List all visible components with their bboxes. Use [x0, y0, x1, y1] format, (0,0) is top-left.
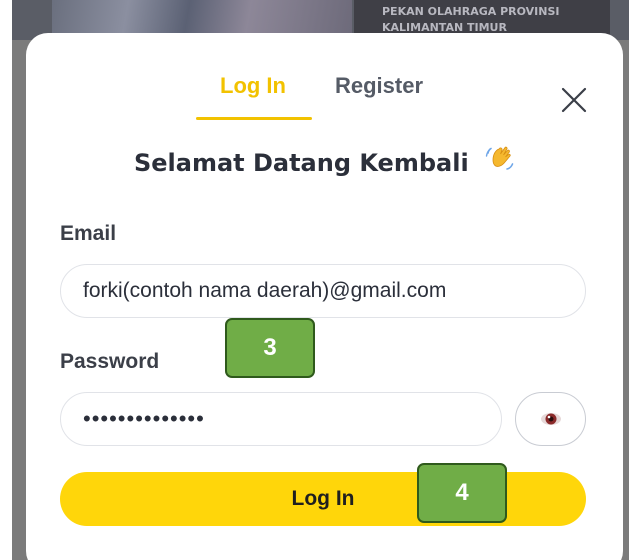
- banner-line: PEKAN OLAHRAGA PROVINSI: [382, 5, 560, 18]
- close-button[interactable]: [559, 85, 589, 115]
- tab-register[interactable]: Register: [335, 73, 423, 99]
- toggle-password-visibility-button[interactable]: [515, 392, 586, 446]
- welcome-text: Selamat Datang Kembali: [133, 149, 469, 177]
- password-label: Password: [60, 350, 160, 373]
- step-marker-4: 4: [417, 463, 507, 523]
- close-icon: [561, 87, 587, 113]
- page-edge-right: [629, 0, 638, 560]
- waving-hand-icon: [485, 143, 515, 179]
- screen: PEKAN OLAHRAGA PROVINSI KALIMANTAN TIMUR…: [0, 0, 638, 560]
- login-submit-button[interactable]: Log In: [60, 472, 586, 526]
- banner-text: PEKAN OLAHRAGA PROVINSI KALIMANTAN TIMUR: [382, 4, 560, 36]
- email-label: Email: [60, 222, 117, 245]
- active-tab-indicator: [196, 117, 312, 120]
- password-input[interactable]: [60, 392, 502, 446]
- email-input[interactable]: [60, 264, 586, 318]
- tab-login[interactable]: Log In: [220, 73, 286, 99]
- page-edge-left: [0, 0, 12, 560]
- auth-tabs: Log In Register: [26, 33, 623, 123]
- eye-icon: [540, 413, 561, 425]
- welcome-heading: Selamat Datang Kembali: [26, 143, 623, 179]
- login-modal: Log In Register Selamat Datang Kembali E…: [26, 33, 623, 560]
- step-marker-3: 3: [225, 318, 315, 378]
